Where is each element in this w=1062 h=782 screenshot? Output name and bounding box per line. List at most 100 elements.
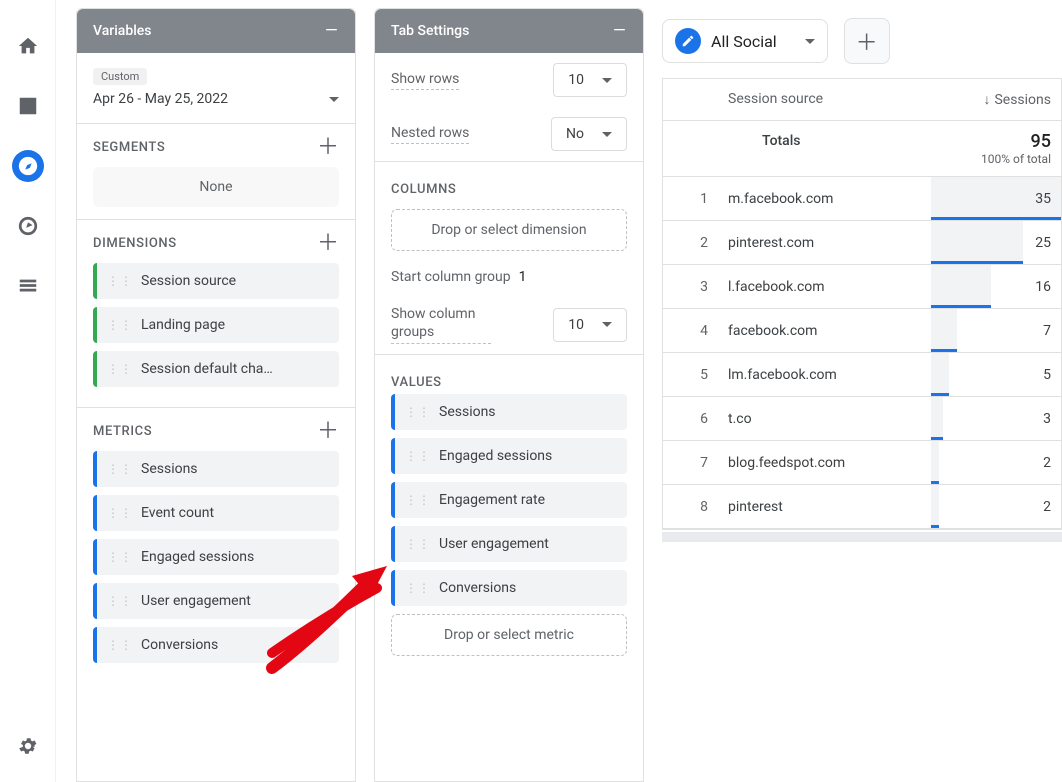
show-col-groups-select[interactable]: 10 [553,308,627,342]
horizontal-scrollbar[interactable] [662,532,1062,542]
values-title: VALUES [391,375,442,390]
home-icon[interactable] [12,30,44,62]
row-sessions: 5 [931,353,1061,396]
collapse-icon[interactable]: − [612,26,627,36]
grip-icon: ⋮⋮ [107,594,133,608]
col-session-source[interactable]: Session source [718,79,931,120]
chip-label: User engagement [439,536,549,552]
add-metric-button[interactable]: ＋ [317,425,339,439]
row-index: 8 [663,485,718,528]
dimension-chip[interactable]: ⋮⋮ Session source [93,263,339,299]
row-source: m.facebook.com [718,177,931,220]
show-rows-label: Show rows [391,71,459,90]
edit-icon [675,28,701,54]
table-row[interactable]: 8 pinterest 2 [663,485,1061,529]
drop-dimension-zone[interactable]: Drop or select dimension [391,209,627,251]
tab-settings-panel: Tab Settings − Show rows 10 Nested rows … [374,8,644,782]
report-canvas: All Social ＋ Session source ↓Sessions To… [644,0,1062,782]
row-source: blog.feedspot.com [718,441,931,484]
show-rows-select[interactable]: 10 [553,63,627,97]
row-sessions: 3 [931,397,1061,440]
row-source: lm.facebook.com [718,353,931,396]
date-range-picker[interactable]: Custom Apr 26 - May 25, 2022 [77,53,355,123]
add-tab-button[interactable]: ＋ [844,18,890,64]
variables-title: Variables [93,23,151,39]
sort-desc-icon: ↓ [983,92,990,108]
start-column-label: Start column group [391,269,511,285]
grip-icon: ⋮⋮ [405,449,431,463]
dimensions-title: DIMENSIONS [93,236,177,251]
row-index: 6 [663,397,718,440]
tab-settings-title: Tab Settings [391,23,469,39]
row-index: 7 [663,441,718,484]
settings-icon[interactable] [12,730,44,762]
collapse-icon[interactable]: − [324,26,339,36]
chip-label: Conversions [439,580,516,596]
metric-chip[interactable]: ⋮⋮Sessions [93,451,339,487]
drop-metric-zone[interactable]: Drop or select metric [391,614,627,656]
row-source: pinterest.com [718,221,931,264]
metric-chip[interactable]: ⋮⋮User engagement [93,583,339,619]
grip-icon: ⋮⋮ [107,638,133,652]
row-source: l.facebook.com [718,265,931,308]
table-row[interactable]: 7 blog.feedspot.com 2 [663,441,1061,485]
row-index: 2 [663,221,718,264]
table-row[interactable]: 3 l.facebook.com 16 [663,265,1061,309]
dimension-chip[interactable]: ⋮⋮Landing page [93,307,339,343]
row-index: 1 [663,177,718,220]
row-sessions: 7 [931,309,1061,352]
value-chip[interactable]: ⋮⋮Engagement rate [391,482,627,518]
chevron-down-icon [329,97,339,102]
metrics-title: METRICS [93,424,152,439]
segments-title: SEGMENTS [93,140,165,155]
chevron-down-icon [602,78,612,83]
grip-icon: ⋮⋮ [107,506,133,520]
table-header: Session source ↓Sessions [663,79,1061,121]
grip-icon: ⋮⋮ [107,550,133,564]
row-sessions: 2 [931,441,1061,484]
chip-label: Engaged sessions [141,549,254,565]
explore-icon[interactable] [12,150,44,182]
value-chip[interactable]: ⋮⋮Engaged sessions [391,438,627,474]
grip-icon: ⋮⋮ [405,581,431,595]
chip-label: Event count [141,505,214,521]
metric-chip[interactable]: ⋮⋮ Event count [93,495,339,531]
chevron-down-icon [602,132,612,137]
row-index: 3 [663,265,718,308]
col-sessions[interactable]: ↓Sessions [931,79,1061,120]
report-tab[interactable]: All Social [662,19,828,63]
tab-settings-header[interactable]: Tab Settings − [375,9,643,53]
table-row[interactable]: 1 m.facebook.com 35 [663,177,1061,221]
totals-row: Totals 95 100% of total [663,121,1061,177]
row-sessions: 2 [931,485,1061,528]
row-sessions: 25 [931,221,1061,264]
dimensions-section: DIMENSIONS ＋ ⋮⋮ Session source ⋮⋮Landing p… [77,220,355,407]
value-chip[interactable]: ⋮⋮ Conversions [391,570,627,606]
grip-icon: ⋮⋮ [405,537,431,551]
dimension-chip[interactable]: ⋮⋮Session default cha… [93,351,339,387]
advertising-icon[interactable] [12,210,44,242]
metric-chip[interactable]: ⋮⋮Conversions [93,627,339,663]
row-sessions: 35 [931,177,1061,220]
table-row[interactable]: 5 lm.facebook.com 5 [663,353,1061,397]
chip-label: Session source [141,273,236,289]
grip-icon: ⋮⋮ [107,274,133,288]
report-tab-name: All Social [711,32,777,51]
add-dimension-button[interactable]: ＋ [317,237,339,251]
add-segment-button[interactable]: ＋ [317,141,339,155]
totals-label: Totals [718,121,931,176]
table-row[interactable]: 4 facebook.com 7 [663,309,1061,353]
configure-icon[interactable] [12,270,44,302]
table-row[interactable]: 6 t.co 3 [663,397,1061,441]
variables-header[interactable]: Variables − [77,9,355,53]
reports-icon[interactable] [12,90,44,122]
metric-chip[interactable]: ⋮⋮ Engaged sessions [93,539,339,575]
show-col-groups-label: Show column groups [391,305,491,344]
value-chip[interactable]: ⋮⋮Sessions [391,394,627,430]
nested-rows-select[interactable]: No [551,117,627,151]
table-row[interactable]: 2 pinterest.com 25 [663,221,1061,265]
chevron-down-icon[interactable] [805,39,815,44]
grip-icon: ⋮⋮ [107,362,133,376]
segments-none[interactable]: None [93,167,339,207]
value-chip[interactable]: ⋮⋮ User engagement [391,526,627,562]
